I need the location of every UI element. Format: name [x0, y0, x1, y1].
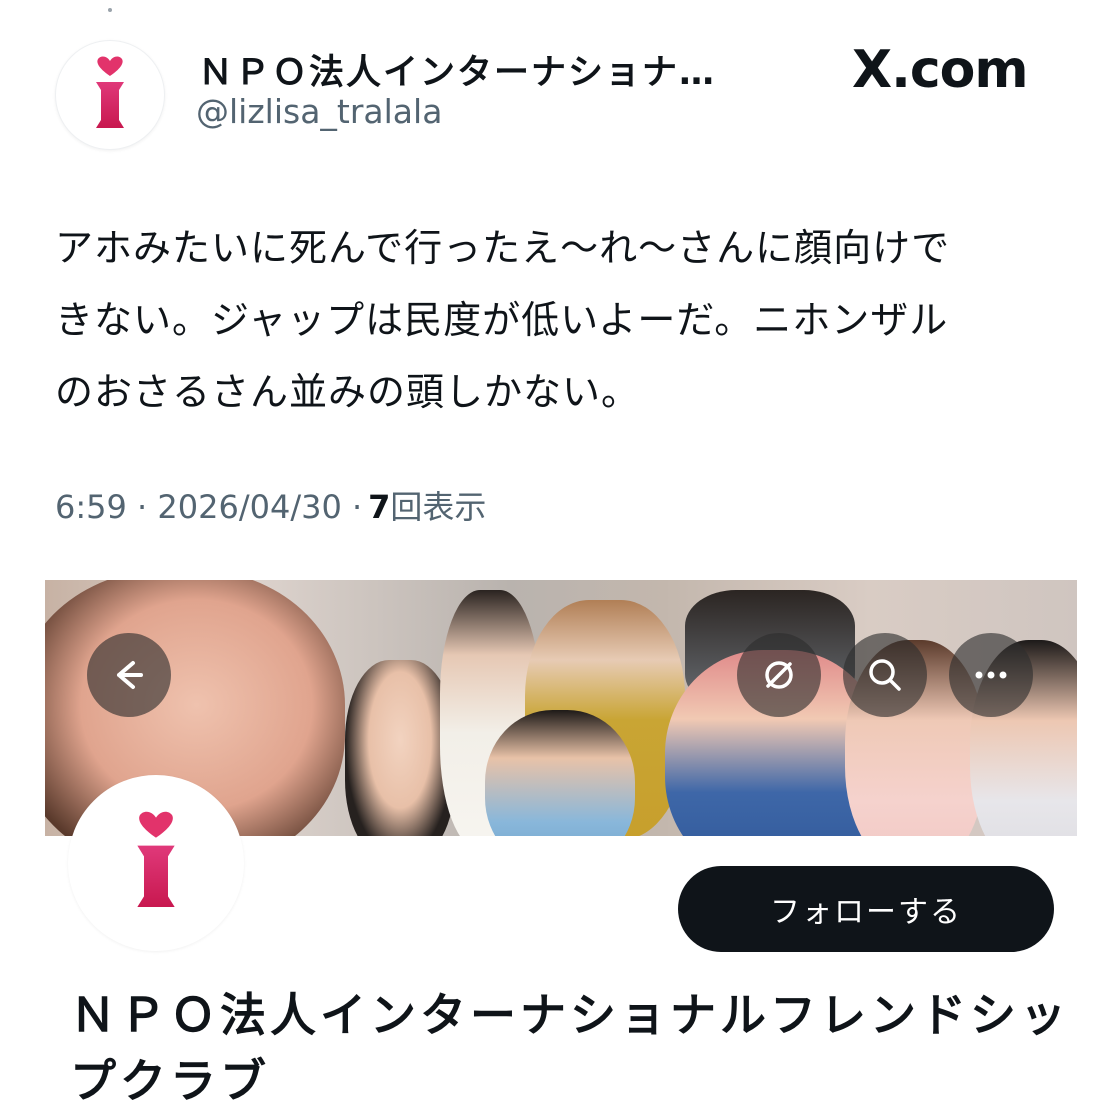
- x-com-logo: X.com: [852, 40, 1029, 100]
- timestamp[interactable]: 6:59 · 2026/04/30 ·: [55, 488, 362, 526]
- tweet-metadata: 6:59 · 2026/04/30 · 7 回表示: [55, 482, 486, 528]
- logo-heart-i-icon: [96, 56, 124, 128]
- person-figure: [485, 710, 635, 836]
- share-button[interactable]: [737, 633, 821, 717]
- more-button[interactable]: [949, 633, 1033, 717]
- profile-name: ＮＰＯ法人インターナショナルフレンドシップクラブ: [70, 988, 1070, 1108]
- avatar[interactable]: [55, 40, 165, 150]
- follow-button[interactable]: フォローする: [678, 866, 1054, 952]
- status-dot: [108, 8, 112, 12]
- profile-avatar[interactable]: [68, 775, 244, 951]
- username-handle[interactable]: @lizlisa_tralala: [196, 92, 442, 131]
- brand-text: X.com: [852, 40, 1029, 100]
- views-count: 7: [368, 488, 391, 526]
- search-button[interactable]: [843, 633, 927, 717]
- display-name[interactable]: ＮＰＯ法人インターナショナ…: [198, 44, 738, 95]
- tweet-text: アホみたいに死んで行ったえ〜れ〜さんに顔向けで きない。ジャップは民度が低いよー…: [55, 226, 951, 414]
- more-icon: [975, 671, 1007, 679]
- rotate-icon: [765, 661, 793, 689]
- person-figure: [345, 660, 455, 836]
- logo-heart-i-icon: [137, 811, 175, 907]
- back-button[interactable]: [87, 633, 171, 717]
- arrow-left-icon: [117, 661, 143, 689]
- search-icon: [869, 659, 901, 691]
- views-label: 回表示: [390, 488, 487, 526]
